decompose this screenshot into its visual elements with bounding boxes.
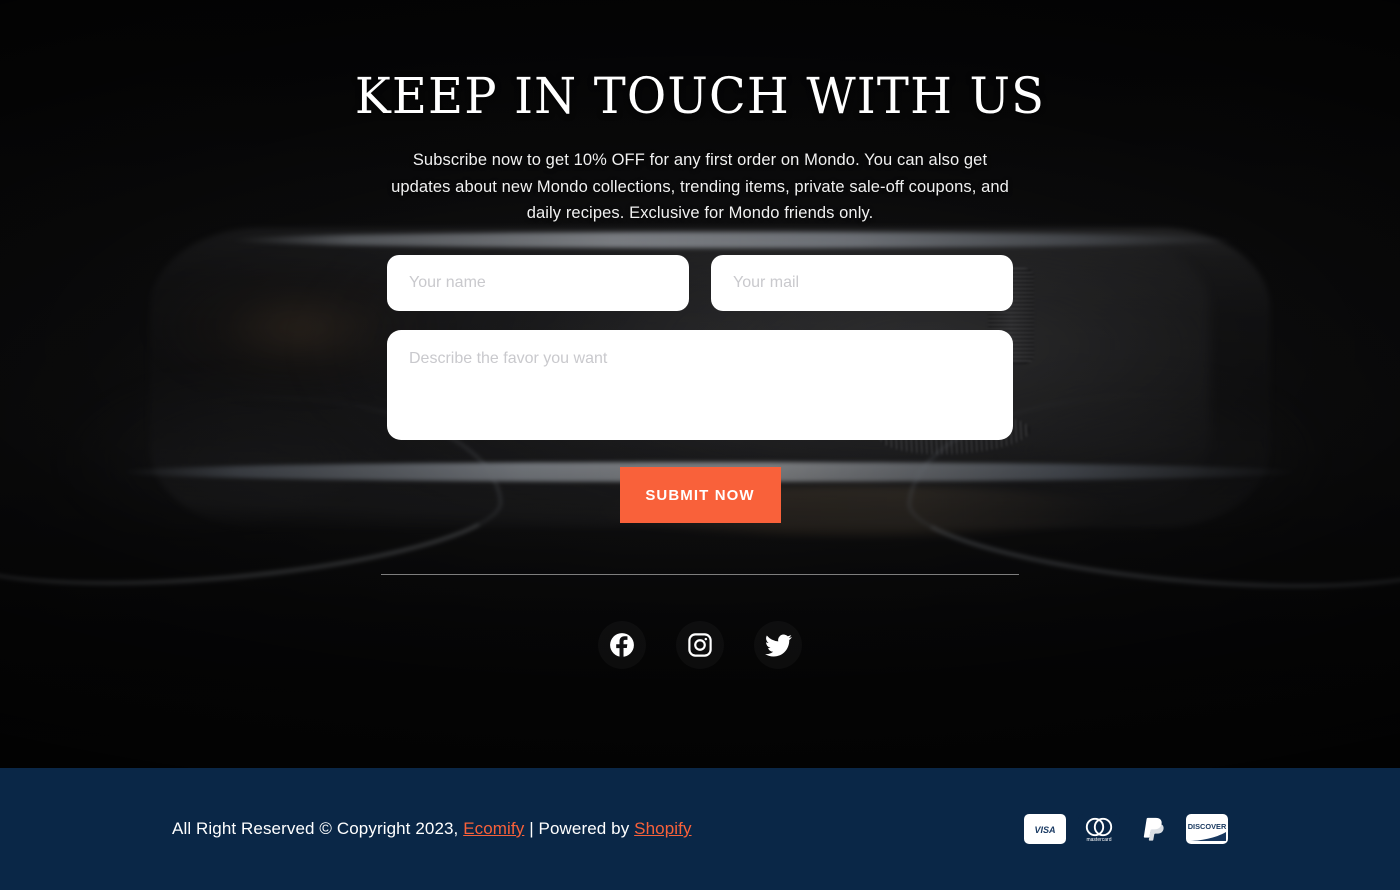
payment-icon-discover: DISCOVER <box>1186 814 1228 844</box>
submit-row: Submit Now <box>387 467 1013 524</box>
svg-text:DISCOVER: DISCOVER <box>1188 822 1227 831</box>
message-textarea[interactable] <box>387 330 1013 441</box>
email-input[interactable] <box>711 255 1013 312</box>
page-title: Keep In Touch With Us <box>354 67 1046 125</box>
footer-separator: | Powered by <box>529 819 630 838</box>
payment-icon-paypal <box>1132 814 1174 844</box>
subscribe-form: Submit Now <box>387 255 1013 524</box>
newsletter-page: Keep In Touch With Us Subscribe now to g… <box>0 0 1400 890</box>
social-link-twitter[interactable] <box>754 621 802 669</box>
section-description: Subscribe now to get 10% OFF for any fir… <box>391 151 1009 223</box>
twitter-icon <box>764 632 792 659</box>
submit-button[interactable]: Submit Now <box>619 467 781 524</box>
payment-icon-visa: VISA <box>1024 814 1066 844</box>
shopify-link[interactable]: Shopify <box>634 819 691 838</box>
social-link-instagram[interactable] <box>676 621 724 669</box>
ecomify-link[interactable]: Ecomify <box>463 819 524 838</box>
facebook-icon <box>609 632 635 659</box>
svg-text:mastercard: mastercard <box>1086 837 1111 843</box>
social-link-facebook[interactable] <box>598 621 646 669</box>
copyright-prefix: All Right Reserved © Copyright 2023, <box>172 819 459 838</box>
payment-methods: VISA mastercard DISCOVER <box>1024 814 1228 844</box>
section-divider <box>381 574 1019 576</box>
name-input[interactable] <box>387 255 689 312</box>
svg-text:VISA: VISA <box>1034 824 1055 834</box>
copyright-text: All Right Reserved © Copyright 2023, Eco… <box>172 819 692 839</box>
social-links <box>0 621 1400 669</box>
footer-inner: All Right Reserved © Copyright 2023, Eco… <box>0 814 1400 844</box>
newsletter-content: Keep In Touch With Us Subscribe now to g… <box>0 70 1400 669</box>
site-footer: All Right Reserved © Copyright 2023, Eco… <box>0 768 1400 890</box>
form-row-top <box>387 255 1013 312</box>
instagram-icon <box>687 632 713 658</box>
payment-icon-mastercard: mastercard <box>1078 814 1120 844</box>
